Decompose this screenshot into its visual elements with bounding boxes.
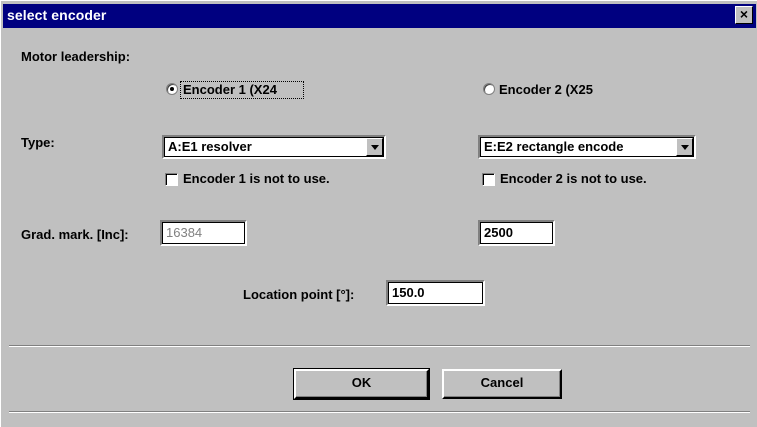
encoder1-radio[interactable] [166,83,178,95]
chevron-down-icon [371,145,379,150]
type-label: Type: [21,135,55,150]
close-icon: × [739,6,749,22]
grad-mark-label: Grad. mark. [Inc]: [21,227,129,242]
location-point-field[interactable]: 150.0 [386,280,485,306]
encoder2-radio-label[interactable]: Encoder 2 (X25 [499,82,593,97]
encoder2-not-used-label[interactable]: Encoder 2 is not to use. [500,171,647,186]
encoder2-type-select[interactable]: E:E2 rectangle encode [478,135,696,159]
encoder1-type-value: A:E1 resolver [168,139,252,154]
motor-leadership-label: Motor leadership: [21,49,131,64]
ok-button-label: OK [351,375,372,390]
encoder2-radio[interactable] [483,83,495,95]
encoder2-type-dropdown-button[interactable] [676,138,693,156]
title-bar[interactable]: select encoder × [3,4,756,28]
encoder1-not-used-checkbox[interactable] [165,173,178,186]
radio-selected-dot [170,87,174,91]
separator-bottom [9,411,750,413]
encoder1-type-select[interactable]: A:E1 resolver [162,135,386,159]
separator-top [9,345,750,347]
location-point-label: Location point [°]: [243,287,355,302]
encoder1-radio-label[interactable]: Encoder 1 (X24 [183,82,277,97]
cancel-button-label: Cancel [480,375,524,390]
encoder2-not-used-checkbox[interactable] [482,173,495,186]
encoder1-type-dropdown-button[interactable] [366,138,383,156]
chevron-down-icon [681,145,689,150]
cancel-button[interactable]: Cancel [442,369,562,399]
close-button[interactable]: × [735,6,753,24]
encoder1-grad-mark-field[interactable]: 16384 [160,220,247,246]
ok-button[interactable]: OK [293,368,430,400]
window-title: select encoder [7,7,107,23]
dialog-window: select encoder × Motor leadership: Encod… [0,0,757,427]
encoder2-type-value: E:E2 rectangle encode [484,139,624,154]
encoder1-not-used-label[interactable]: Encoder 1 is not to use. [183,171,330,186]
encoder2-grad-mark-field[interactable]: 2500 [478,220,555,246]
